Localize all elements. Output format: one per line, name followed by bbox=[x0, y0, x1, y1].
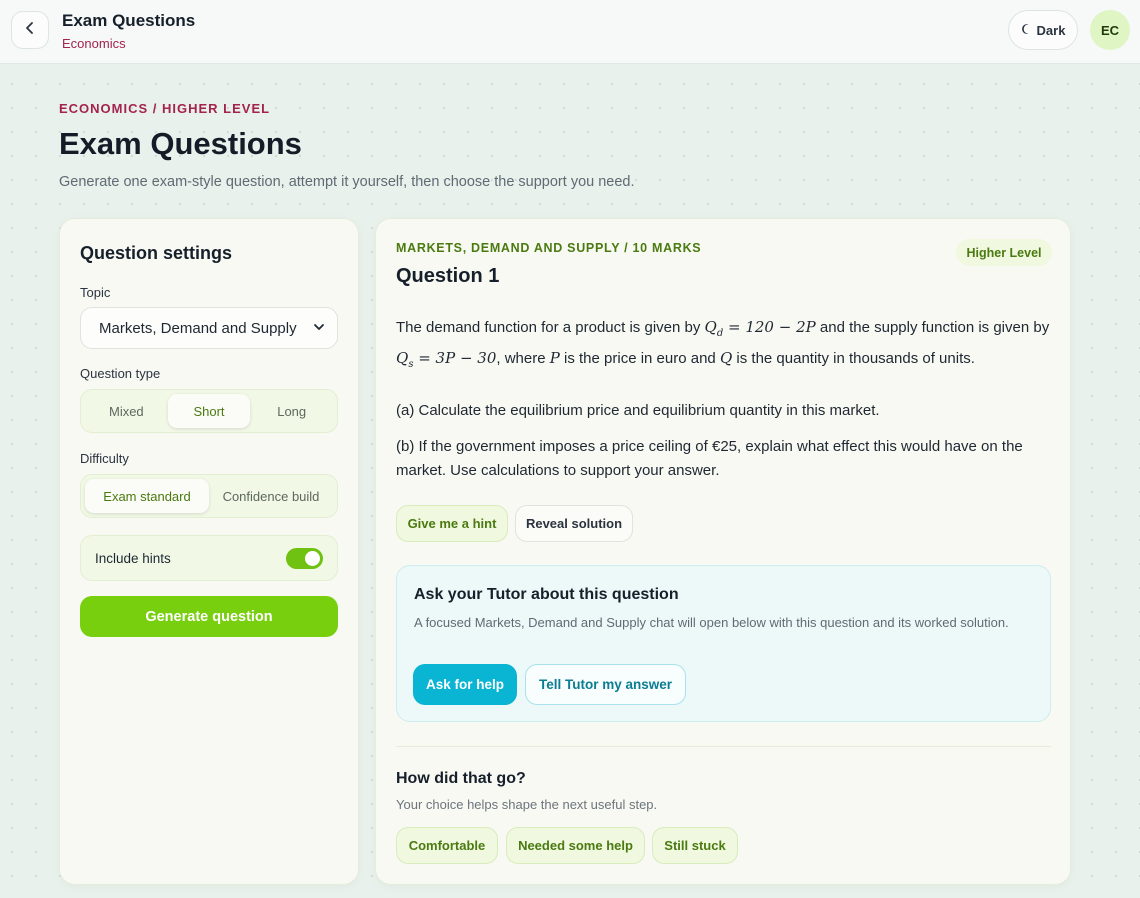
tutor-title: Ask your Tutor about this question bbox=[414, 586, 679, 603]
difficulty-option-exam-standard[interactable]: Exam standard bbox=[85, 479, 209, 513]
difficulty-option-confidence-build[interactable]: Confidence build bbox=[209, 479, 333, 513]
type-option-mixed[interactable]: Mixed bbox=[85, 394, 168, 428]
back-button[interactable] bbox=[11, 11, 49, 49]
feedback-description: Your choice helps shape the next useful … bbox=[396, 797, 658, 812]
toggle-knob bbox=[305, 550, 320, 566]
question-type-segmented: Mixed Short Long bbox=[80, 389, 338, 433]
breadcrumb: ECONOMICS / HIGHER LEVEL bbox=[59, 101, 271, 116]
intro-text-2: and the supply function is given by bbox=[815, 319, 1050, 336]
dark-mode-label: Dark bbox=[1036, 22, 1066, 38]
question-meta: MARKETS, DEMAND AND SUPPLY / 10 MARKS bbox=[396, 241, 702, 255]
settings-heading: Question settings bbox=[80, 243, 233, 263]
quantity-symbol: Q bbox=[719, 349, 733, 367]
tutor-description: A focused Markets, Demand and Supply cha… bbox=[414, 615, 1009, 630]
reveal-solution-button[interactable]: Reveal solution bbox=[515, 505, 633, 542]
avatar[interactable]: EC bbox=[1090, 10, 1130, 50]
question-title: Question 1 bbox=[396, 265, 500, 287]
question-part-a: (a) Calculate the equilibrium price and … bbox=[396, 402, 880, 419]
intro-text-4: is the price in euro and bbox=[559, 350, 720, 367]
feedback-still-stuck-button[interactable]: Still stuck bbox=[652, 827, 738, 864]
type-option-long[interactable]: Long bbox=[250, 394, 333, 428]
demand-function: Qd = 120 − 2P bbox=[704, 318, 816, 339]
generate-question-button[interactable]: Generate question bbox=[80, 596, 338, 637]
page-title: Exam Questions bbox=[59, 126, 302, 161]
level-badge: Higher Level bbox=[956, 239, 1052, 266]
app-title: Exam Questions bbox=[62, 11, 196, 30]
question-intro: The demand function for a product is giv… bbox=[396, 315, 1056, 377]
hint-button[interactable]: Give me a hint bbox=[396, 505, 508, 542]
feedback-needed-help-button[interactable]: Needed some help bbox=[506, 827, 645, 864]
include-hints-toggle[interactable] bbox=[286, 547, 323, 569]
question-card: MARKETS, DEMAND AND SUPPLY / 10 MARKS Hi… bbox=[375, 218, 1071, 885]
include-hints-label: Include hints bbox=[95, 550, 171, 566]
ask-for-help-button[interactable]: Ask for help bbox=[413, 664, 517, 705]
app-subtitle: Economics bbox=[62, 36, 126, 51]
topic-select-value: Markets, Demand and Supply bbox=[99, 319, 297, 337]
topic-label: Topic bbox=[80, 285, 111, 300]
tell-tutor-answer-button[interactable]: Tell Tutor my answer bbox=[525, 664, 686, 705]
intro-text-3: , where bbox=[496, 350, 550, 367]
chevron-left-icon bbox=[23, 21, 37, 40]
include-hints-row: Include hints bbox=[80, 535, 338, 581]
intro-text-5: is the quantity in thousands of units. bbox=[732, 350, 975, 367]
divider bbox=[396, 746, 1051, 747]
feedback-comfortable-button[interactable]: Comfortable bbox=[396, 827, 498, 864]
supply-function: Qs = 3P − 30 bbox=[396, 349, 497, 370]
top-bar: Exam Questions Economics Dark EC bbox=[0, 0, 1140, 64]
tutor-panel: Ask your Tutor about this question A foc… bbox=[396, 565, 1051, 722]
price-symbol: P bbox=[549, 349, 560, 367]
question-type-label: Question type bbox=[80, 366, 161, 381]
difficulty-label: Difficulty bbox=[80, 451, 129, 466]
question-settings-card: Question settings Topic Markets, Demand … bbox=[59, 218, 359, 885]
dark-mode-button[interactable]: Dark bbox=[1008, 10, 1078, 50]
page-description: Generate one exam-style question, attemp… bbox=[59, 174, 635, 190]
type-option-short[interactable]: Short bbox=[167, 394, 251, 428]
intro-text-1: The demand function for a product is giv… bbox=[396, 319, 705, 336]
difficulty-segmented: Exam standard Confidence build bbox=[80, 474, 338, 518]
chevron-down-icon bbox=[313, 320, 325, 337]
question-part-b: (b) If the government imposes a price ce… bbox=[396, 438, 1023, 479]
moon-icon bbox=[1021, 23, 1032, 38]
topic-select[interactable]: Markets, Demand and Supply bbox=[80, 307, 338, 349]
feedback-title: How did that go? bbox=[396, 770, 526, 787]
